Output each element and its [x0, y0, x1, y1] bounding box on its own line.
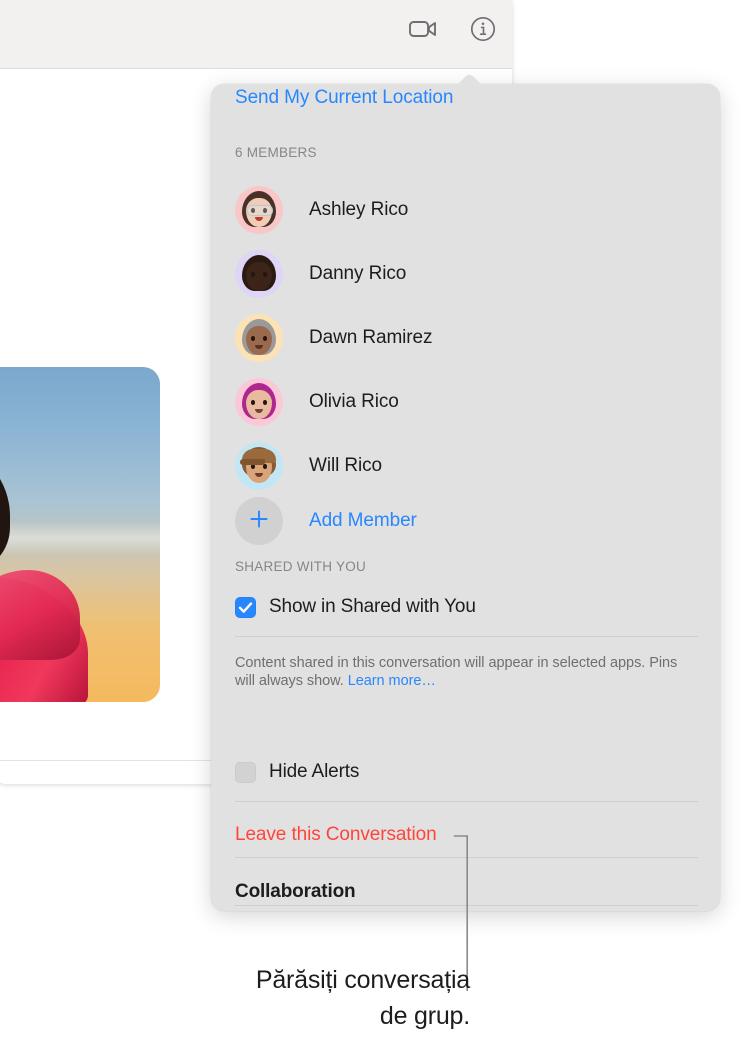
leave-this-conversation-button[interactable]: Leave this Conversation [235, 824, 437, 846]
member-row[interactable]: Ashley Rico [211, 178, 720, 242]
cap-brim [240, 459, 265, 465]
glasses-icon [247, 205, 273, 216]
window-toolbar [0, 0, 512, 69]
members-section-label: 6 MEMBERS [235, 145, 317, 160]
add-member-avatar-placeholder [235, 497, 283, 545]
memoji-icon [237, 444, 281, 488]
toolbar-actions [406, 13, 500, 47]
member-row[interactable]: Dawn Ramirez [211, 306, 720, 370]
hide-alerts-label: Hide Alerts [269, 761, 359, 783]
show-in-shared-with-you-row[interactable]: Show in Shared with You [235, 596, 476, 618]
facetime-button[interactable] [406, 13, 440, 47]
checkmark-icon [235, 597, 256, 618]
avatar [235, 186, 283, 234]
member-list: Ashley Rico Danny Rico Dawn Ramirez Olivia … [211, 178, 720, 498]
avatar [235, 442, 283, 490]
hair [0, 452, 10, 570]
callout-caption: Părăsiți conversația de grup. [150, 962, 470, 1034]
shared-with-you-description: Content shared in this conversation will… [235, 654, 701, 690]
group-info-popover: Send My Current Location 6 MEMBERS Ashle… [211, 84, 720, 911]
member-name: Will Rico [309, 455, 382, 477]
member-row[interactable]: Olivia Rico [211, 370, 720, 434]
collaboration-section-title: Collaboration [235, 881, 356, 903]
memoji-icon [237, 252, 281, 296]
person-silhouette [0, 452, 92, 702]
member-name: Olivia Rico [309, 391, 399, 413]
video-camera-icon [409, 19, 437, 42]
popover-arrow [454, 71, 484, 85]
photo-attachment[interactable] [0, 367, 160, 702]
avatar [235, 250, 283, 298]
dress-shoulder [0, 570, 80, 660]
shared-description-text: Content shared in this conversation will… [235, 655, 677, 689]
memoji-icon [237, 316, 281, 360]
caption-line-1: Părăsiți conversația [150, 962, 470, 998]
hide-alerts-checkbox[interactable] [235, 762, 256, 783]
memoji-icon [237, 380, 281, 424]
show-in-shared-checkbox[interactable] [235, 597, 256, 618]
add-member-button[interactable]: Add Member [235, 497, 417, 545]
hide-alerts-row[interactable]: Hide Alerts [235, 761, 359, 783]
member-row[interactable]: Will Rico [211, 434, 720, 498]
caption-line-2: de grup. [150, 998, 470, 1034]
show-in-shared-label: Show in Shared with You [269, 596, 476, 618]
add-member-label: Add Member [309, 510, 417, 532]
divider-alerts [235, 801, 698, 802]
member-row[interactable]: Danny Rico [211, 242, 720, 306]
memoji-icon [237, 188, 281, 232]
member-name: Ashley Rico [309, 199, 408, 221]
info-button[interactable] [466, 13, 500, 47]
info-circle-icon [470, 16, 496, 45]
avatar [235, 378, 283, 426]
shared-with-you-section-label: SHARED WITH YOU [235, 559, 366, 574]
plus-icon [248, 508, 270, 535]
member-name: Danny Rico [309, 263, 406, 285]
member-name: Dawn Ramirez [309, 327, 432, 349]
avatar [235, 314, 283, 362]
divider-shared [235, 636, 698, 637]
send-my-current-location-button[interactable]: Send My Current Location [235, 87, 453, 109]
learn-more-link[interactable]: Learn more… [348, 673, 436, 689]
